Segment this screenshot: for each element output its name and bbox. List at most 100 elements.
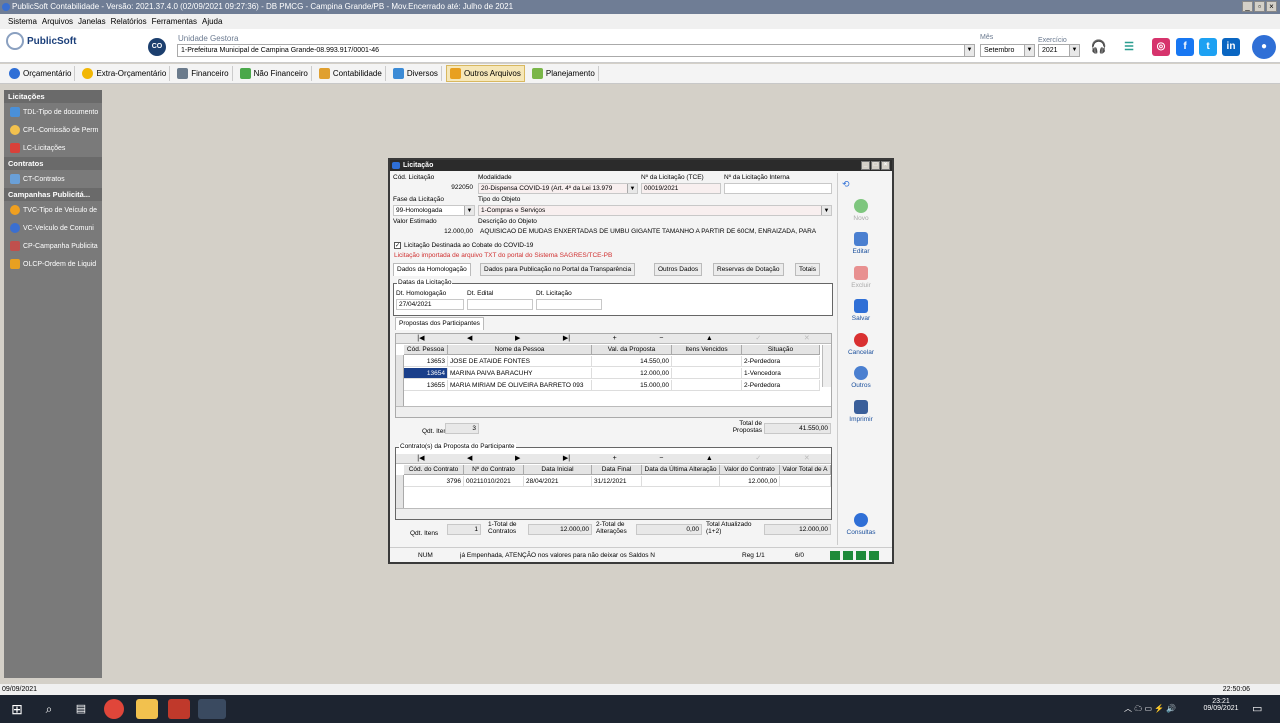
nav-first-icon[interactable]: |◀ [417,454,424,463]
num-interna-field[interactable] [724,183,832,194]
col-valor-contrato[interactable]: Valor do Contrato [720,465,780,475]
task-view-icon[interactable]: ▤ [70,699,92,719]
dt-edital-field[interactable] [467,299,533,310]
unidade-select[interactable]: 1-Prefeitura Municipal de Campina Grande… [177,44,975,57]
nav-first-icon[interactable]: |◀ [417,334,424,343]
toolbar-planejamento[interactable]: Planejamento [529,66,599,81]
menu-ajuda[interactable]: Ajuda [202,14,222,29]
propostas-cell[interactable] [672,368,742,379]
publicsoft-taskbar-icon[interactable] [198,699,226,719]
taskbar-clock[interactable]: 23:21 09/09/2021 [1200,698,1242,712]
nav-remove-icon[interactable]: − [659,334,663,343]
system-tray-icons[interactable]: ︿ ☁ ▭ ⚡ 🔊 [1124,703,1176,714]
propostas-cell[interactable] [672,380,742,391]
twitter-icon[interactable]: t [1199,38,1217,56]
sidebar-item-vc[interactable]: VC-Veículo de Comuni [4,219,102,237]
nav-up-icon[interactable]: ▲ [706,454,713,463]
chevron-down-icon[interactable]: ▼ [464,206,474,215]
nav-last-icon[interactable]: ▶| [563,454,570,463]
menu-relatorios[interactable]: Relatórios [111,14,147,29]
chevron-down-icon[interactable]: ▼ [964,45,974,56]
salvar-button[interactable]: Salvar [840,299,882,322]
propostas-cell[interactable]: JOSE DE ATAIDE FONTES [448,356,592,367]
cod-field[interactable]: 922050 [393,183,475,194]
sidebar-item-cp[interactable]: CP-Campanha Publicita [4,237,102,255]
toolbar-outros-arquivos[interactable]: Outros Arquivos [445,65,525,82]
close-button[interactable]: × [1266,1,1277,12]
nav-prev-icon[interactable]: ◀ [467,334,472,343]
col-nome-pessoa[interactable]: Nome da Pessoa [448,345,592,355]
valor-field[interactable]: 12.000,00 [393,227,475,238]
col-data-final[interactable]: Data Final [592,465,642,475]
propostas-cell[interactable]: 13654 [404,368,448,379]
col-valor-total[interactable]: Valor Total de A [780,465,831,475]
toolbar-diversos[interactable]: Diversos [390,66,442,81]
sidebar-item-cpl[interactable]: CPL-Comissão de Perm [4,121,102,139]
dt-homolog-field[interactable]: 27/04/2021 [396,299,464,310]
app-icon[interactable] [168,699,190,719]
propostas-cell[interactable] [672,356,742,367]
toolbar-nao-financeiro[interactable]: Não Financeiro [237,66,312,81]
sidebar-item-tvc[interactable]: TVC-Tipo de Veículo de [4,201,102,219]
dt-licit-field[interactable] [536,299,602,310]
sidebar-group-licitacoes[interactable]: Licitações [4,90,102,103]
tab-totais[interactable]: Totais [795,263,820,276]
contratos-cell[interactable]: 28/04/2021 [524,476,592,487]
consultas-button[interactable]: Consultas [840,513,882,536]
covid-checkbox[interactable]: ✓ [394,242,401,249]
nav-confirm-icon[interactable]: ✓ [755,334,761,343]
chevron-down-icon[interactable]: ▼ [821,206,831,215]
propostas-cell[interactable]: MARINA PAIVA BARACUHY [448,368,592,379]
excluir-button[interactable]: Excluir [840,266,882,289]
file-explorer-icon[interactable] [136,699,158,719]
outros-button[interactable]: Outros [840,366,882,389]
propostas-cell[interactable]: 14.550,00 [592,356,672,367]
linkedin-icon[interactable]: in [1222,38,1240,56]
restore-button[interactable]: ▫ [1254,1,1265,12]
covid-checkbox-row[interactable]: ✓ Licitação Destinada ao Cobate do COVID… [394,242,533,249]
editar-button[interactable]: Editar [840,232,882,255]
prev-record-icon[interactable] [843,551,853,560]
chevron-down-icon[interactable]: ▼ [1024,45,1034,56]
chevron-down-icon[interactable]: ▼ [627,184,637,193]
sidebar-item-ct[interactable]: CT-Contratos [4,170,102,188]
col-num-contrato[interactable]: Nº do Contrato [464,465,524,475]
menu-janelas[interactable]: Janelas [78,14,106,29]
last-record-icon[interactable] [869,551,879,560]
menu-ferramentas[interactable]: Ferramentas [152,14,197,29]
nav-prev-icon[interactable]: ◀ [467,454,472,463]
notification-icon[interactable]: ▭ [1252,702,1262,715]
exercicio-select[interactable]: 2021 ▼ [1038,44,1080,57]
mes-select[interactable]: Setembro ▼ [980,44,1035,57]
contratos-cell[interactable]: 12.000,00 [720,476,780,487]
col-val-proposta[interactable]: Val. da Proposta [592,345,672,355]
modalidade-select[interactable]: 20-Dispensa COVID-19 (Art. 4º da Lei 13.… [478,183,638,194]
col-cod-pessoa[interactable]: Cód. Pessoa [404,345,448,355]
first-record-icon[interactable] [830,551,840,560]
nav-last-icon[interactable]: ▶| [563,334,570,343]
propostas-cell[interactable]: 2-Perdedora [742,356,820,367]
num-tce-field[interactable]: 00019/2021 [641,183,721,194]
sidebar-item-olcp[interactable]: OLCP-Ordem de Liquid [4,255,102,273]
user-avatar-icon[interactable]: ● [1252,35,1276,59]
fase-select[interactable]: 99-Homologada ▼ [393,205,475,216]
col-data-ultima-alteracao[interactable]: Data da Última Alteração [642,465,720,475]
vertical-scrollbar[interactable] [822,345,831,387]
horizontal-scrollbar[interactable] [396,508,831,519]
menu-sistema[interactable]: Sistema [8,14,37,29]
col-cod-contrato[interactable]: Cód. do Contrato [404,465,464,475]
minimize-button[interactable]: _ [1242,1,1253,12]
chrome-icon[interactable] [104,699,124,719]
facebook-icon[interactable]: f [1176,38,1194,56]
tab-outros-dados[interactable]: Outros Dados [654,263,703,276]
novo-button[interactable]: Novo [840,199,882,222]
col-itens-vencidos[interactable]: Itens Vencidos [672,345,742,355]
nav-cancel-icon[interactable]: ✕ [804,454,810,463]
close-button[interactable]: × [881,161,890,170]
nav-add-icon[interactable]: + [613,454,617,463]
menu-arquivos[interactable]: Arquivos [42,14,73,29]
propostas-cell[interactable]: 12.000,00 [592,368,672,379]
sidebar-item-lc[interactable]: LC-Licitações [4,139,102,157]
contratos-cell[interactable]: 00211010/2021 [464,476,524,487]
nav-remove-icon[interactable]: − [659,454,663,463]
